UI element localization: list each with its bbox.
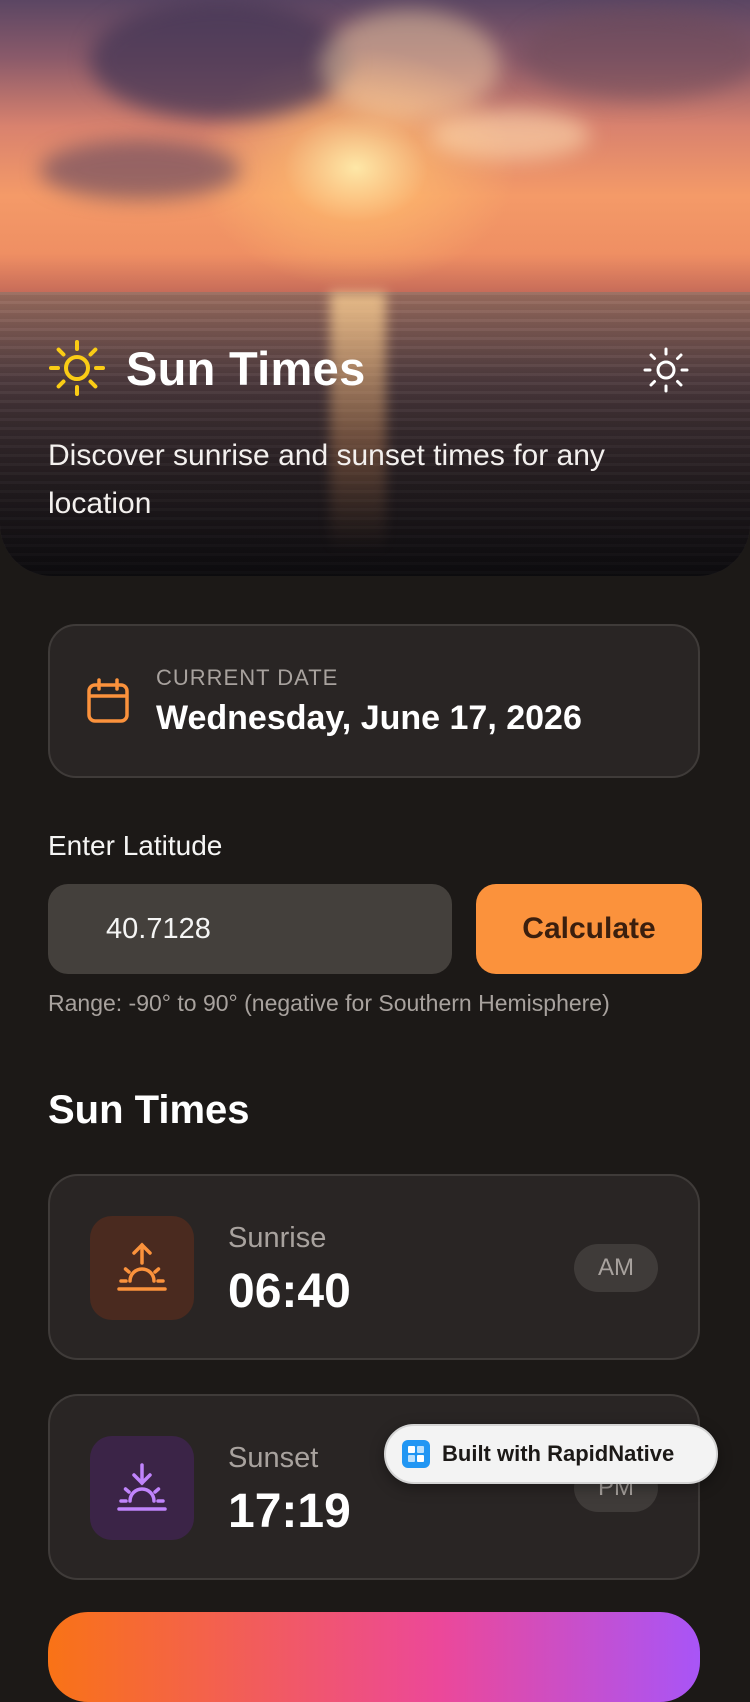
sunrise-icon — [90, 1216, 194, 1320]
hero-title-row: Sun Times — [48, 330, 702, 406]
hero-banner: Sun Times Discover sunrise and sunset ti… — [0, 0, 750, 576]
badge-text: Built with RapidNative — [442, 1441, 675, 1466]
sun-icon — [48, 339, 106, 397]
current-date-card: CURRENT DATE Wednesday, June 17, 2026 — [48, 624, 700, 778]
sunrise-card: Sunrise 06:40 AM — [48, 1174, 700, 1360]
rapidnative-logo-icon — [402, 1440, 430, 1468]
section-title: Sun Times — [48, 1088, 250, 1132]
sunrise-time: 06:40 — [228, 1265, 351, 1318]
latitude-label: Enter Latitude — [48, 830, 223, 861]
bottom-gradient-button[interactable] — [48, 1612, 700, 1702]
latitude-input[interactable] — [48, 884, 452, 974]
date-texts: CURRENT DATE Wednesday, June 17, 2026 — [156, 665, 582, 738]
sunrise-label: Sunrise — [228, 1222, 327, 1254]
built-with-badge[interactable]: Built with RapidNative — [384, 1424, 718, 1484]
calculate-button[interactable]: Calculate — [476, 884, 702, 974]
sunrise-period-badge: AM — [574, 1244, 658, 1292]
sunset-card: Sunset 17:19 PM — [48, 1394, 700, 1580]
sun-outline-icon[interactable] — [638, 342, 694, 398]
page-subtitle: Discover sunrise and sunset times for an… — [48, 439, 605, 520]
sunset-time: 17:19 — [228, 1485, 351, 1538]
calendar-icon — [86, 678, 130, 724]
sunset-label: Sunset — [228, 1442, 319, 1474]
date-label: CURRENT DATE — [156, 664, 339, 690]
sunset-icon — [90, 1436, 194, 1540]
latitude-hint: Range: -90° to 90° (negative for Souther… — [48, 990, 610, 1016]
page-title: Sun Times — [126, 341, 366, 395]
date-value: Wednesday, June 17, 2026 — [156, 698, 582, 737]
